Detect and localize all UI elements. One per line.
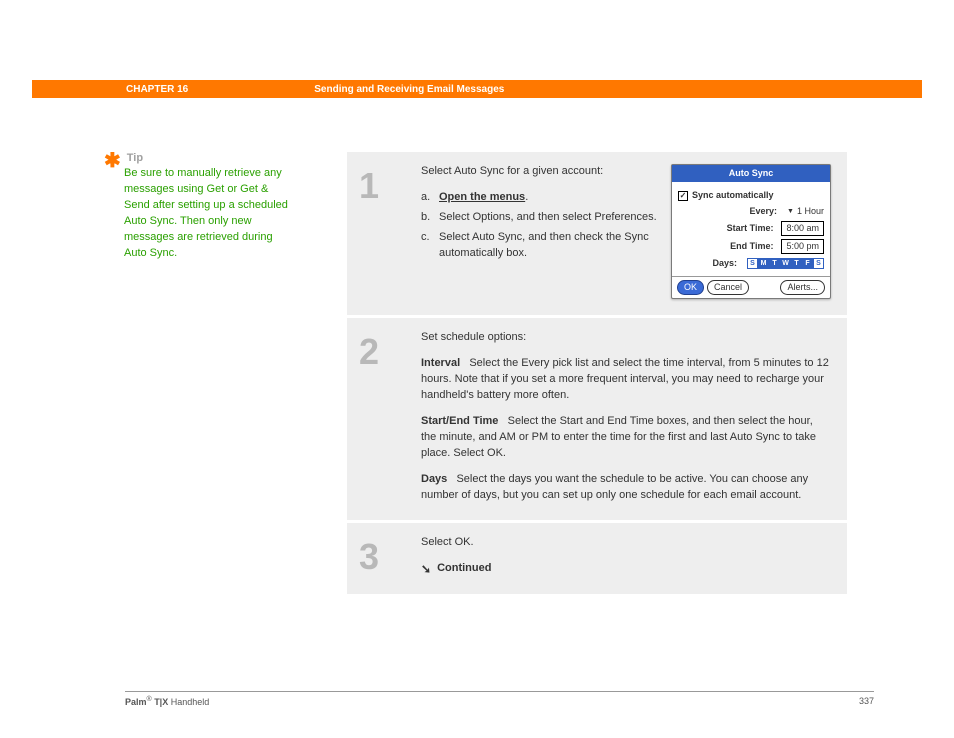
days-row: Days: S M T W T F S <box>678 257 824 270</box>
interval-label: Interval <box>421 357 460 369</box>
step-2: 2 Set schedule options: Interval Select … <box>347 318 847 522</box>
day-toggle[interactable]: S <box>747 258 758 269</box>
asterisk-icon: ✱ <box>104 156 121 166</box>
every-label: Every: <box>750 205 778 218</box>
start-time-label: Start Time: <box>727 222 774 235</box>
days-label: Days: <box>712 257 737 270</box>
header-bar: CHAPTER 16 Sending and Receiving Email M… <box>32 80 922 98</box>
day-toggle[interactable]: S <box>813 258 824 269</box>
step-1-intro: Select Auto Sync for a given account: <box>421 164 657 180</box>
sync-auto-label: Sync automatically <box>692 189 774 202</box>
brand-name: Palm <box>125 697 147 707</box>
list-letter: a. <box>421 190 439 206</box>
days-text: Select the days you want the schedule to… <box>421 473 808 501</box>
auto-sync-dialog: Auto Sync ✓ Sync automatically Every: ▼ … <box>671 164 831 299</box>
ok-button[interactable]: OK <box>677 280 704 295</box>
list-item: b. Select Options, and then select Prefe… <box>421 210 657 226</box>
list-text: Select Options, and then select Preferen… <box>439 210 657 226</box>
step-1-list: a. Open the menus. b. Select Options, an… <box>421 190 657 262</box>
every-picklist[interactable]: ▼ 1 Hour <box>787 205 824 218</box>
cancel-button[interactable]: Cancel <box>707 280 749 295</box>
tip-block: ✱ Tip Be sure to manually retrieve any m… <box>104 152 294 262</box>
day-toggle[interactable]: T <box>791 258 802 269</box>
checkbox-icon[interactable]: ✓ <box>678 191 688 201</box>
step-3: 3 Select OK. ➘ Continued <box>347 523 847 594</box>
step-3-text: Select OK. <box>421 535 831 551</box>
page-footer: Palm® T|X Handheld 337 <box>125 691 874 709</box>
tip-body: Be sure to manually retrieve any message… <box>104 166 294 262</box>
start-time-field[interactable]: 8:00 am <box>781 221 824 236</box>
list-item: c. Select Auto Sync, and then check the … <box>421 230 657 262</box>
tip-heading-row: ✱ Tip <box>104 152 294 164</box>
continued-label: Continued <box>437 561 491 577</box>
list-item: a. Open the menus. <box>421 190 657 206</box>
list-text: Select Auto Sync, and then check the Syn… <box>439 230 657 262</box>
section-title: Sending and Receiving Email Messages <box>314 84 504 95</box>
day-toggle[interactable]: M <box>758 258 769 269</box>
dialog-title: Auto Sync <box>672 165 830 182</box>
step-1-text: Select Auto Sync for a given account: a.… <box>421 164 657 266</box>
interval-text: Select the Every pick list and select th… <box>421 357 829 401</box>
alerts-button[interactable]: Alerts... <box>780 280 825 295</box>
chevron-down-icon: ▼ <box>787 207 794 217</box>
day-toggle[interactable]: W <box>780 258 791 269</box>
end-time-label: End Time: <box>730 240 773 253</box>
list-letter: c. <box>421 230 439 262</box>
start-time-row: Start Time: 8:00 am <box>678 221 824 236</box>
step-number: 3 <box>359 535 397 578</box>
startend-label: Start/End Time <box>421 415 498 427</box>
brand-model: T|X <box>152 697 171 707</box>
footer-brand: Palm® T|X Handheld <box>125 696 209 709</box>
sync-auto-row: ✓ Sync automatically <box>678 189 824 202</box>
days-label: Days <box>421 473 447 485</box>
days-picker[interactable]: S M T W T F S <box>747 258 824 269</box>
every-row: Every: ▼ 1 Hour <box>678 205 824 218</box>
startend-paragraph: Start/End Time Select the Start and End … <box>421 414 831 462</box>
tip-heading: Tip <box>127 152 143 164</box>
chapter-label: CHAPTER 16 <box>126 84 188 95</box>
page-number: 337 <box>859 696 874 709</box>
continued-marker: ➘ Continued <box>421 561 831 578</box>
period: . <box>525 191 528 203</box>
every-value: 1 Hour <box>797 205 824 218</box>
step-number: 2 <box>359 330 397 503</box>
day-toggle[interactable]: T <box>769 258 780 269</box>
day-toggle[interactable]: F <box>802 258 813 269</box>
step-number: 1 <box>359 164 397 299</box>
continued-arrow-icon: ➘ <box>421 561 431 578</box>
steps-container: 1 Select Auto Sync for a given account: … <box>347 152 847 594</box>
end-time-field[interactable]: 5:00 pm <box>781 239 824 254</box>
open-menus-link[interactable]: Open the menus <box>439 191 525 203</box>
days-paragraph: Days Select the days you want the schedu… <box>421 472 831 504</box>
step-2-intro: Set schedule options: <box>421 330 831 346</box>
list-letter: b. <box>421 210 439 226</box>
brand-suffix: Handheld <box>171 697 210 707</box>
interval-paragraph: Interval Select the Every pick list and … <box>421 356 831 404</box>
step-1: 1 Select Auto Sync for a given account: … <box>347 152 847 318</box>
dialog-buttons: OK Cancel Alerts... <box>672 276 830 298</box>
end-time-row: End Time: 5:00 pm <box>678 239 824 254</box>
